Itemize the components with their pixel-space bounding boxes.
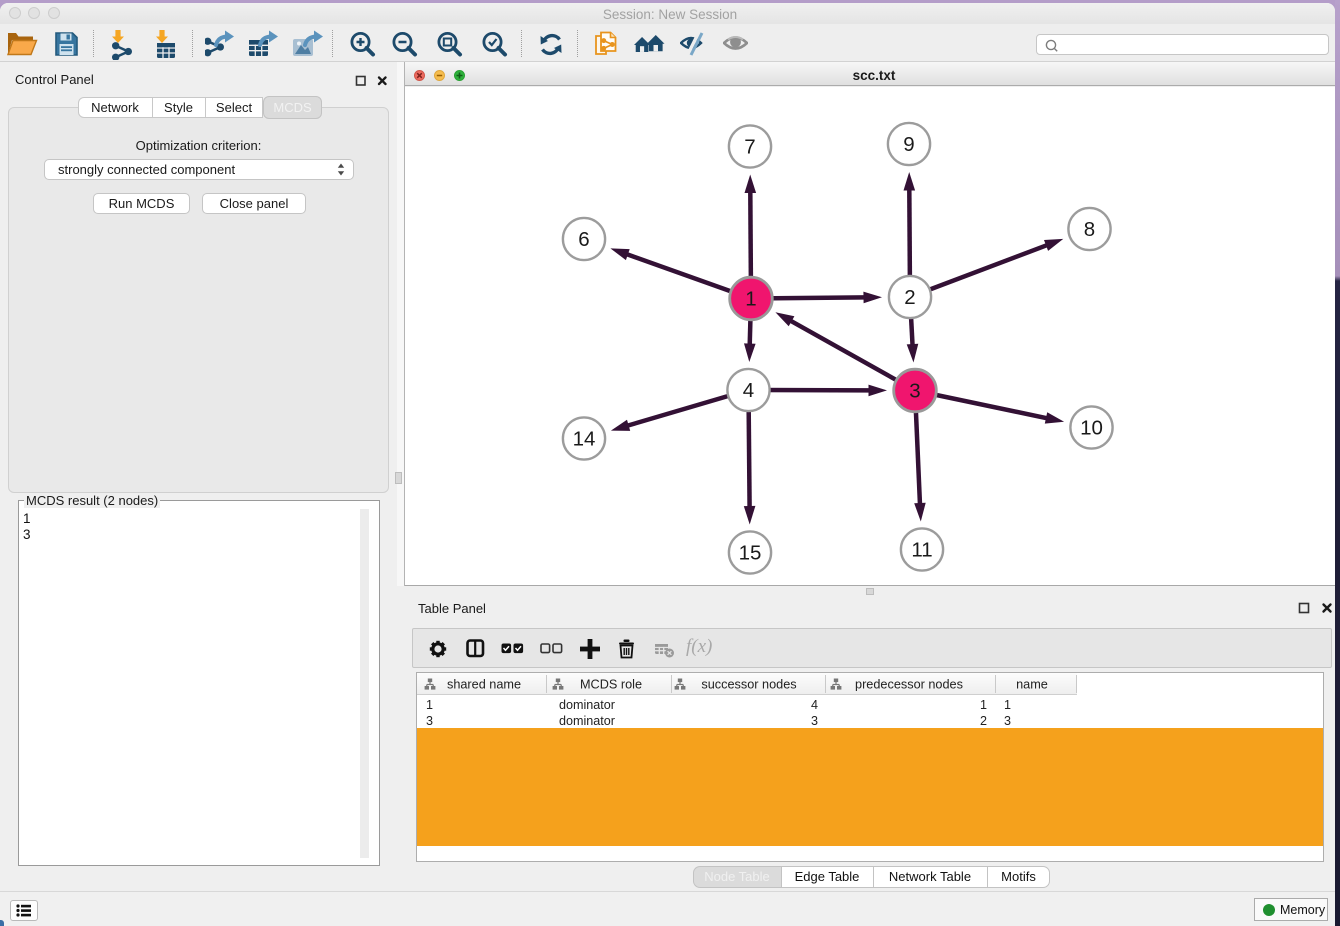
svg-text:11: 11: [911, 539, 932, 562]
svg-text:9: 9: [903, 133, 914, 156]
svg-text:7: 7: [744, 136, 755, 159]
svg-text:10: 10: [1080, 417, 1103, 440]
svg-text:3: 3: [909, 380, 920, 403]
svg-text:1: 1: [745, 288, 756, 311]
svg-text:8: 8: [1084, 218, 1095, 241]
svg-text:predecessor nodes: predecessor nodes: [855, 678, 963, 692]
svg-text:shared name: shared name: [447, 678, 521, 692]
svg-text:15: 15: [739, 542, 762, 565]
svg-text:4: 4: [743, 379, 754, 402]
svg-text:MCDS role: MCDS role: [580, 678, 642, 692]
svg-text:2: 2: [904, 286, 915, 309]
svg-text:name: name: [1016, 678, 1048, 692]
svg-text:6: 6: [578, 228, 589, 251]
svg-text:14: 14: [573, 428, 596, 451]
svg-text:successor nodes: successor nodes: [701, 678, 796, 692]
